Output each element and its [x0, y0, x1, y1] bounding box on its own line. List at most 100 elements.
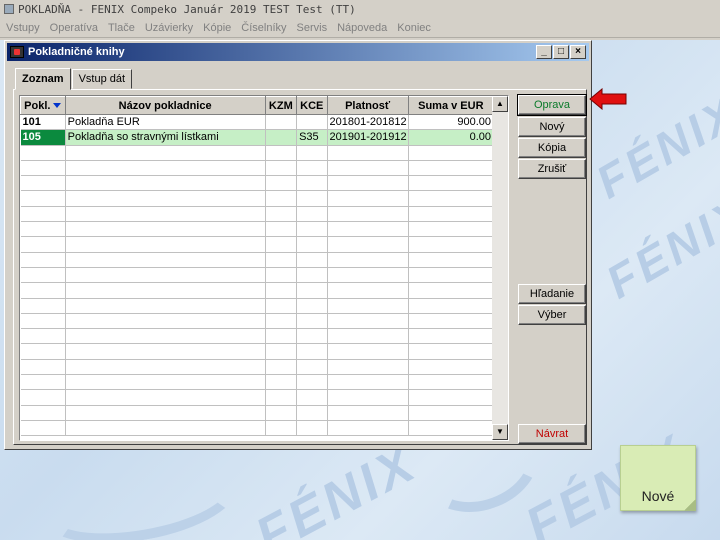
- cell-empty: [65, 405, 266, 421]
- cell-empty: [327, 236, 409, 253]
- table-row[interactable]: 105 Pokladňa so stravnými lístkami S35 2019…: [20, 129, 495, 146]
- hladanie-button[interactable]: Hľadanie: [518, 284, 586, 304]
- table-row-empty[interactable]: [20, 420, 495, 437]
- window-icon: [10, 46, 24, 58]
- menu-item-servis[interactable]: Servis: [297, 22, 328, 34]
- cell-empty: [408, 221, 495, 238]
- menu-item-tlace[interactable]: Tlače: [108, 22, 135, 34]
- menu-item-vstupy[interactable]: Vstupy: [6, 22, 40, 34]
- cell-empty: [20, 405, 66, 421]
- menu-item-ciselniky[interactable]: Číselníky: [241, 22, 286, 34]
- red-arrow-icon: [589, 88, 627, 110]
- cell-empty: [296, 359, 328, 376]
- cell-empty: [327, 313, 409, 330]
- table-row-empty[interactable]: [20, 221, 495, 238]
- cell-kzm: [265, 114, 298, 131]
- table-row-empty[interactable]: [20, 160, 495, 177]
- cell-empty: [20, 282, 66, 299]
- table-row-empty[interactable]: [20, 328, 495, 345]
- tab-vstup-dat[interactable]: Vstup dát: [71, 69, 133, 89]
- table-row-empty[interactable]: [20, 405, 495, 421]
- cell-platnost: 201901-201912: [327, 129, 409, 146]
- menu-item-koniec[interactable]: Koniec: [397, 22, 431, 34]
- col-header-suma[interactable]: Suma v EUR: [407, 96, 495, 115]
- table-row-empty[interactable]: [20, 267, 495, 284]
- table-row-empty[interactable]: [20, 389, 495, 406]
- table-row-empty[interactable]: [20, 145, 495, 161]
- navrat-button[interactable]: Návrat: [518, 424, 586, 444]
- cell-empty: [65, 374, 266, 391]
- cell-empty: [327, 405, 409, 421]
- col-header-kce[interactable]: KCE: [296, 96, 328, 115]
- cell-empty: [327, 175, 409, 192]
- close-button[interactable]: ×: [570, 45, 586, 59]
- cell-empty: [265, 298, 298, 314]
- cell-kce: [296, 114, 328, 131]
- cell-empty: [296, 389, 328, 406]
- cell-empty: [296, 145, 328, 161]
- cell-empty: [265, 190, 298, 207]
- cell-empty: [327, 206, 409, 223]
- action-buttons: Oprava Nový Kópia Zrušiť Hľadanie Výber …: [516, 94, 587, 444]
- col-header-kzm[interactable]: KZM: [264, 96, 298, 115]
- table-row-empty[interactable]: [20, 282, 495, 299]
- window-title-bar[interactable]: Pokladničné knihy _ □ ×: [7, 43, 589, 61]
- cell-empty: [20, 389, 66, 406]
- menu-item-operativa[interactable]: Operatíva: [50, 22, 98, 34]
- cell-empty: [408, 175, 495, 192]
- cell-empty: [408, 190, 495, 207]
- tab-zoznam[interactable]: Zoznam: [15, 68, 71, 90]
- novy-button[interactable]: Nový: [518, 117, 586, 137]
- cell-empty: [296, 175, 328, 192]
- vyber-button[interactable]: Výber: [518, 305, 586, 325]
- cell-empty: [327, 389, 409, 406]
- cell-empty: [65, 328, 266, 345]
- zrusit-button[interactable]: Zrušiť: [518, 159, 586, 179]
- table-row-empty[interactable]: [20, 313, 495, 330]
- kopia-button[interactable]: Kópia: [518, 138, 586, 158]
- cell-empty: [296, 328, 328, 345]
- cell-empty: [265, 313, 298, 330]
- cell-empty: [65, 206, 266, 223]
- scroll-up-icon[interactable]: ▲: [492, 96, 508, 112]
- maximize-button[interactable]: □: [553, 45, 569, 59]
- menu-item-kopie[interactable]: Kópie: [203, 22, 231, 34]
- table-row-empty[interactable]: [20, 190, 495, 207]
- cell-empty: [327, 359, 409, 376]
- col-header-nazov[interactable]: Názov pokladnice: [64, 96, 266, 115]
- table-row-empty[interactable]: [20, 343, 495, 360]
- col-header-platnost[interactable]: Platnosť: [326, 96, 409, 115]
- cell-empty: [20, 420, 66, 437]
- cell-empty: [65, 343, 266, 360]
- cell-nazov: Pokladňa EUR: [65, 114, 266, 131]
- menu-item-napoveda[interactable]: Nápoveda: [337, 22, 387, 34]
- cell-empty: [265, 359, 298, 376]
- table-row-empty[interactable]: [20, 252, 495, 268]
- cell-empty: [265, 282, 298, 299]
- table-row[interactable]: 101 Pokladňa EUR 201801-201812 900.00: [20, 114, 495, 131]
- cell-empty: [408, 236, 495, 253]
- cell-empty: [20, 206, 66, 223]
- cell-empty: [408, 267, 495, 284]
- table-row-empty[interactable]: [20, 298, 495, 314]
- window-title: Pokladničné knihy: [28, 46, 125, 58]
- table-row-empty[interactable]: [20, 374, 495, 391]
- cell-empty: [296, 420, 328, 437]
- cell-empty: [265, 389, 298, 406]
- scroll-down-icon[interactable]: ▼: [492, 424, 508, 440]
- cell-empty: [408, 206, 495, 223]
- cell-empty: [296, 282, 328, 299]
- cell-empty: [65, 252, 266, 268]
- oprava-button[interactable]: Oprava: [517, 94, 587, 116]
- minimize-button[interactable]: _: [536, 45, 552, 59]
- table-row-empty[interactable]: [20, 236, 495, 253]
- cell-empty: [20, 359, 66, 376]
- col-header-pokl[interactable]: Pokl.: [20, 96, 66, 115]
- table-row-empty[interactable]: [20, 206, 495, 223]
- menu-item-uzavierky[interactable]: Uzávierky: [145, 22, 193, 34]
- cell-empty: [65, 282, 266, 299]
- cell-empty: [20, 313, 66, 330]
- table-row-empty[interactable]: [20, 359, 495, 376]
- vertical-scrollbar[interactable]: ▲ ▼: [492, 96, 508, 440]
- table-row-empty[interactable]: [20, 175, 495, 192]
